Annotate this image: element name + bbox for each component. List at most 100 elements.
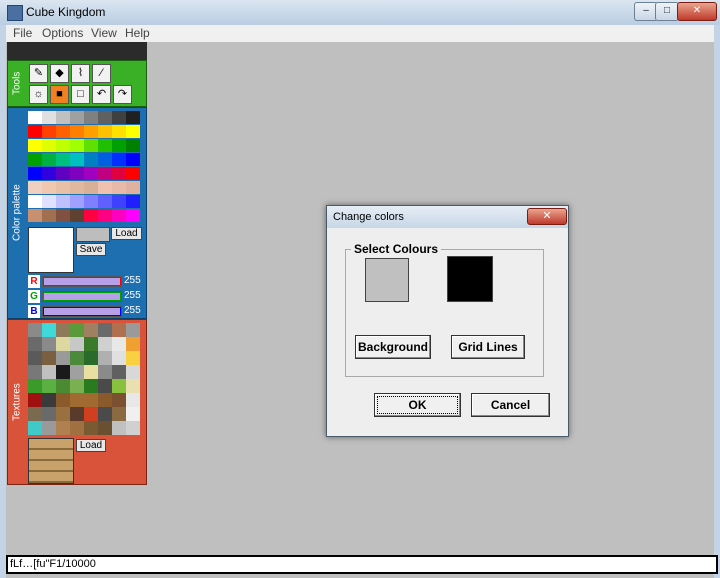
texture-tile[interactable]	[28, 337, 42, 351]
texture-tile[interactable]	[98, 407, 112, 421]
palette-swatch[interactable]	[56, 195, 70, 208]
palette-swatch[interactable]	[56, 125, 70, 138]
texture-tile[interactable]	[28, 323, 42, 337]
texture-tile[interactable]	[42, 337, 56, 351]
palette-swatch[interactable]	[56, 181, 70, 194]
texture-tile[interactable]	[56, 365, 70, 379]
palette-swatch[interactable]	[112, 125, 126, 138]
maximize-button[interactable]: □	[655, 2, 679, 21]
texture-tile[interactable]	[126, 393, 140, 407]
texture-tile[interactable]	[42, 393, 56, 407]
palette-swatch[interactable]	[126, 181, 140, 194]
palette-swatch[interactable]	[126, 153, 140, 166]
red-slider[interactable]	[42, 276, 122, 287]
eraser-icon[interactable]: ◆	[50, 64, 69, 83]
palette-swatch[interactable]	[70, 111, 84, 124]
texture-tile[interactable]	[126, 407, 140, 421]
texture-tile[interactable]	[70, 407, 84, 421]
texture-tile[interactable]	[98, 393, 112, 407]
palette-swatch[interactable]	[42, 125, 56, 138]
background-button[interactable]: Background	[355, 335, 431, 359]
palette-swatch[interactable]	[98, 167, 112, 180]
palette-swatch[interactable]	[84, 181, 98, 194]
palette-swatch[interactable]	[126, 139, 140, 152]
palette-swatch[interactable]	[42, 153, 56, 166]
texture-tile[interactable]	[42, 421, 56, 435]
palette-swatch[interactable]	[112, 209, 126, 222]
texture-tile[interactable]	[98, 351, 112, 365]
texture-tile[interactable]	[28, 393, 42, 407]
palette-load-button[interactable]: Load	[111, 227, 142, 240]
texture-tile[interactable]	[126, 337, 140, 351]
palette-swatch[interactable]	[42, 139, 56, 152]
texture-tile[interactable]	[98, 323, 112, 337]
color-name-field[interactable]	[76, 227, 110, 242]
texture-tile[interactable]	[56, 379, 70, 393]
palette-swatch[interactable]	[28, 153, 42, 166]
palette-swatch[interactable]	[28, 125, 42, 138]
texture-tile[interactable]	[126, 421, 140, 435]
palette-swatch[interactable]	[42, 195, 56, 208]
grid-lines-button[interactable]: Grid Lines	[451, 335, 525, 359]
palette-swatch[interactable]	[126, 111, 140, 124]
palette-swatch[interactable]	[84, 139, 98, 152]
menu-file[interactable]: File	[13, 26, 32, 40]
palette-swatch[interactable]	[56, 139, 70, 152]
palette-swatch[interactable]	[84, 153, 98, 166]
palette-swatch[interactable]	[98, 125, 112, 138]
texture-tile[interactable]	[70, 351, 84, 365]
texture-tile[interactable]	[70, 393, 84, 407]
palette-swatch[interactable]	[84, 195, 98, 208]
texture-tile[interactable]	[42, 323, 56, 337]
texture-tile[interactable]	[112, 407, 126, 421]
cube-outline-icon[interactable]: □	[71, 85, 90, 104]
palette-swatch[interactable]	[70, 195, 84, 208]
texture-tile[interactable]	[126, 323, 140, 337]
palette-swatch[interactable]	[28, 181, 42, 194]
palette-swatch[interactable]	[112, 111, 126, 124]
palette-swatch[interactable]	[28, 209, 42, 222]
texture-tile[interactable]	[28, 379, 42, 393]
palette-swatch[interactable]	[56, 167, 70, 180]
texture-tile[interactable]	[126, 379, 140, 393]
palette-swatch[interactable]	[28, 195, 42, 208]
texture-tile[interactable]	[112, 421, 126, 435]
palette-swatch[interactable]	[84, 167, 98, 180]
undo-icon[interactable]: ↶	[92, 85, 111, 104]
palette-swatch[interactable]	[112, 167, 126, 180]
texture-tile[interactable]	[42, 351, 56, 365]
redo-icon[interactable]: ↷	[113, 85, 132, 104]
green-slider[interactable]	[42, 291, 122, 302]
palette-save-button[interactable]: Save	[76, 243, 106, 256]
cancel-button[interactable]: Cancel	[471, 393, 550, 417]
blue-slider[interactable]	[42, 306, 122, 317]
palette-swatch[interactable]	[70, 125, 84, 138]
ok-button[interactable]: OK	[374, 393, 461, 417]
texture-tile[interactable]	[98, 421, 112, 435]
palette-swatch[interactable]	[42, 167, 56, 180]
texture-tile[interactable]	[98, 379, 112, 393]
texture-tile[interactable]	[56, 393, 70, 407]
palette-swatch[interactable]	[126, 125, 140, 138]
texture-tile[interactable]	[84, 351, 98, 365]
texture-tile[interactable]	[98, 337, 112, 351]
texture-tile[interactable]	[70, 365, 84, 379]
texture-tile[interactable]	[28, 351, 42, 365]
palette-swatch[interactable]	[70, 209, 84, 222]
palette-swatch[interactable]	[98, 181, 112, 194]
palette-swatch[interactable]	[56, 209, 70, 222]
palette-swatch[interactable]	[112, 153, 126, 166]
palette-swatch[interactable]	[98, 209, 112, 222]
texture-tile[interactable]	[56, 421, 70, 435]
texture-tile[interactable]	[70, 421, 84, 435]
fill-cube-icon[interactable]: ■	[50, 85, 69, 104]
palette-swatch[interactable]	[70, 139, 84, 152]
texture-tile[interactable]	[28, 421, 42, 435]
texture-tile[interactable]	[84, 323, 98, 337]
texture-tile[interactable]	[112, 393, 126, 407]
palette-swatch[interactable]	[98, 111, 112, 124]
palette-swatch[interactable]	[28, 111, 42, 124]
menu-view[interactable]: View	[91, 26, 117, 40]
texture-tile[interactable]	[56, 351, 70, 365]
palette-swatch[interactable]	[84, 125, 98, 138]
